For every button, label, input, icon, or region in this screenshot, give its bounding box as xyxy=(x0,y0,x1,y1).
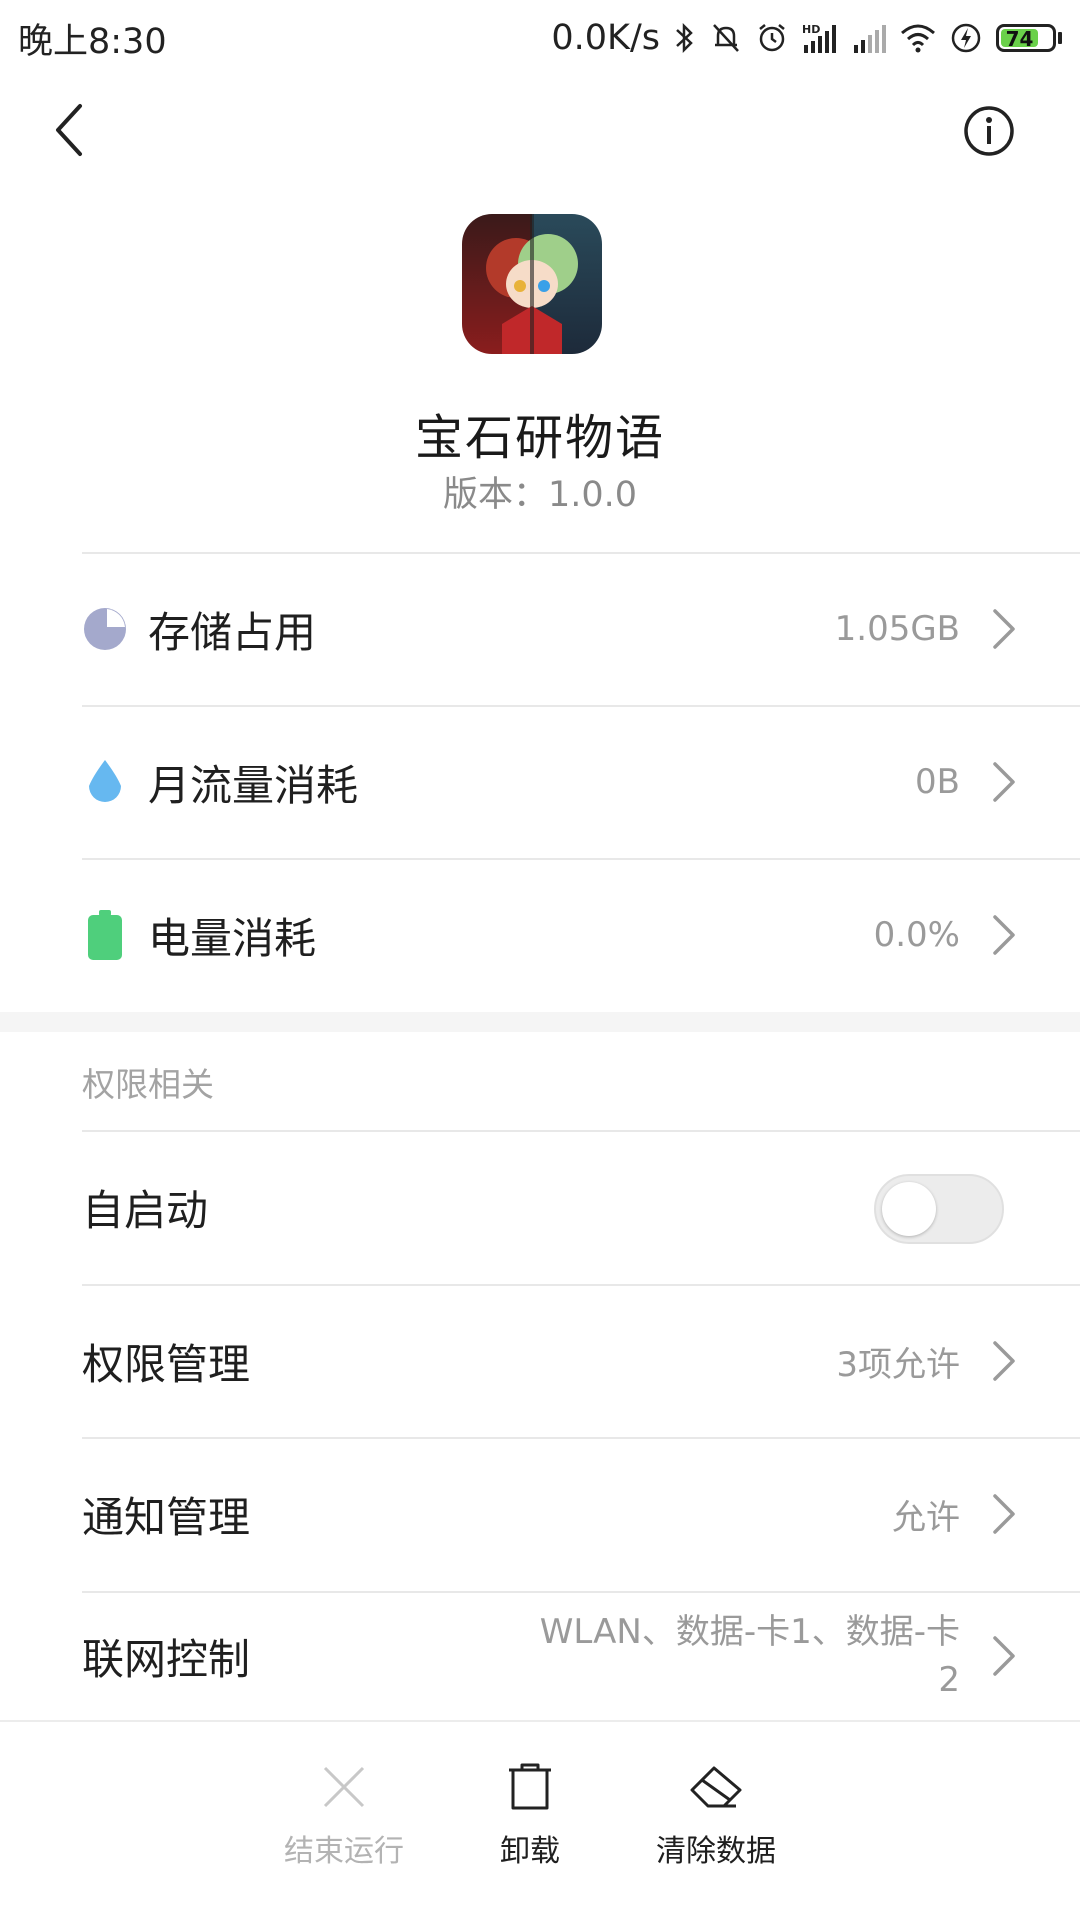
row-value-line: WLAN、数据-卡1、数据-卡 xyxy=(539,1612,960,1652)
row-value: 0B xyxy=(915,762,960,802)
alarm-icon xyxy=(759,24,785,52)
bluetooth-icon xyxy=(676,22,693,54)
chevron-right-icon xyxy=(993,1636,1015,1676)
status-time: 晚上8:30 xyxy=(18,21,167,62)
status-icons: 0.0K/s HD 74 xyxy=(551,18,1062,58)
row-label: 电量消耗 xyxy=(148,913,317,963)
action-label: 结束运行 xyxy=(284,1834,404,1869)
net-speed: 0.0K/s xyxy=(551,18,660,58)
permission-manage-row[interactable]: 权限管理 3项允许 xyxy=(82,1285,1080,1437)
action-label: 卸载 xyxy=(500,1834,560,1869)
notification-manage-row[interactable]: 通知管理 允许 xyxy=(82,1438,1080,1590)
pie-chart-icon xyxy=(82,606,128,652)
bottom-action-bar: 结束运行 卸载 清除数据 xyxy=(0,1720,1080,1922)
info-circle-icon xyxy=(964,106,1014,156)
row-value: WLAN、数据-卡1、数据-卡 2 xyxy=(500,1608,960,1704)
signal-icon xyxy=(854,25,886,53)
app-icon xyxy=(462,214,602,354)
action-label: 清除数据 xyxy=(656,1834,776,1869)
battery-level: 74 xyxy=(1001,29,1038,49)
row-value-line: 2 xyxy=(938,1660,960,1700)
battery-usage-row[interactable]: 电量消耗 0.0% xyxy=(82,859,1080,1011)
hd-signal-icon: HD xyxy=(802,23,836,53)
force-stop-button[interactable]: 结束运行 xyxy=(254,1762,434,1870)
data-usage-row[interactable]: 月流量消耗 0B xyxy=(82,706,1080,858)
battery-icon: 74 xyxy=(996,24,1062,52)
clear-data-button[interactable]: 清除数据 xyxy=(626,1762,806,1870)
battery-icon xyxy=(82,910,128,960)
row-value: 3项允许 xyxy=(836,1344,960,1385)
network-control-row[interactable]: 联网控制 WLAN、数据-卡1、数据-卡 2 xyxy=(82,1592,1080,1720)
app-name: 宝石研物语 xyxy=(414,410,665,466)
water-drop-icon xyxy=(82,759,128,805)
svg-text:HD: HD xyxy=(802,23,820,36)
chevron-right-icon xyxy=(993,609,1015,649)
chevron-right-icon xyxy=(993,1494,1015,1534)
section-title: 权限相关 xyxy=(82,1065,214,1104)
chevron-right-icon xyxy=(993,1341,1015,1381)
chevron-right-icon xyxy=(993,762,1015,802)
autostart-toggle[interactable] xyxy=(874,1174,1004,1244)
trash-icon xyxy=(509,1763,551,1810)
section-separator xyxy=(0,1012,1080,1032)
toggle-knob xyxy=(882,1182,936,1236)
charging-icon xyxy=(951,23,981,53)
storage-usage-row[interactable]: 存储占用 1.05GB xyxy=(82,553,1080,705)
app-info-button[interactable] xyxy=(962,104,1016,158)
chevron-left-icon xyxy=(56,104,82,156)
row-label: 权限管理 xyxy=(82,1339,251,1389)
back-button[interactable] xyxy=(46,100,96,160)
status-bar: 晚上8:30 0.0K/s HD 74 xyxy=(0,0,1080,76)
row-label: 联网控制 xyxy=(82,1634,251,1684)
uninstall-button[interactable]: 卸载 xyxy=(440,1762,620,1870)
chevron-right-icon xyxy=(993,915,1015,955)
row-value: 0.0% xyxy=(873,915,960,955)
row-label: 通知管理 xyxy=(82,1492,251,1542)
eraser-icon xyxy=(690,1766,742,1808)
row-label: 存储占用 xyxy=(148,607,317,657)
app-version: 版本：1.0.0 xyxy=(442,475,638,515)
mute-icon xyxy=(713,24,739,52)
close-x-icon xyxy=(323,1766,365,1808)
row-label: 月流量消耗 xyxy=(148,760,359,810)
wifi-icon xyxy=(901,24,935,53)
row-value: 1.05GB xyxy=(834,609,960,649)
row-value: 允许 xyxy=(892,1497,960,1538)
